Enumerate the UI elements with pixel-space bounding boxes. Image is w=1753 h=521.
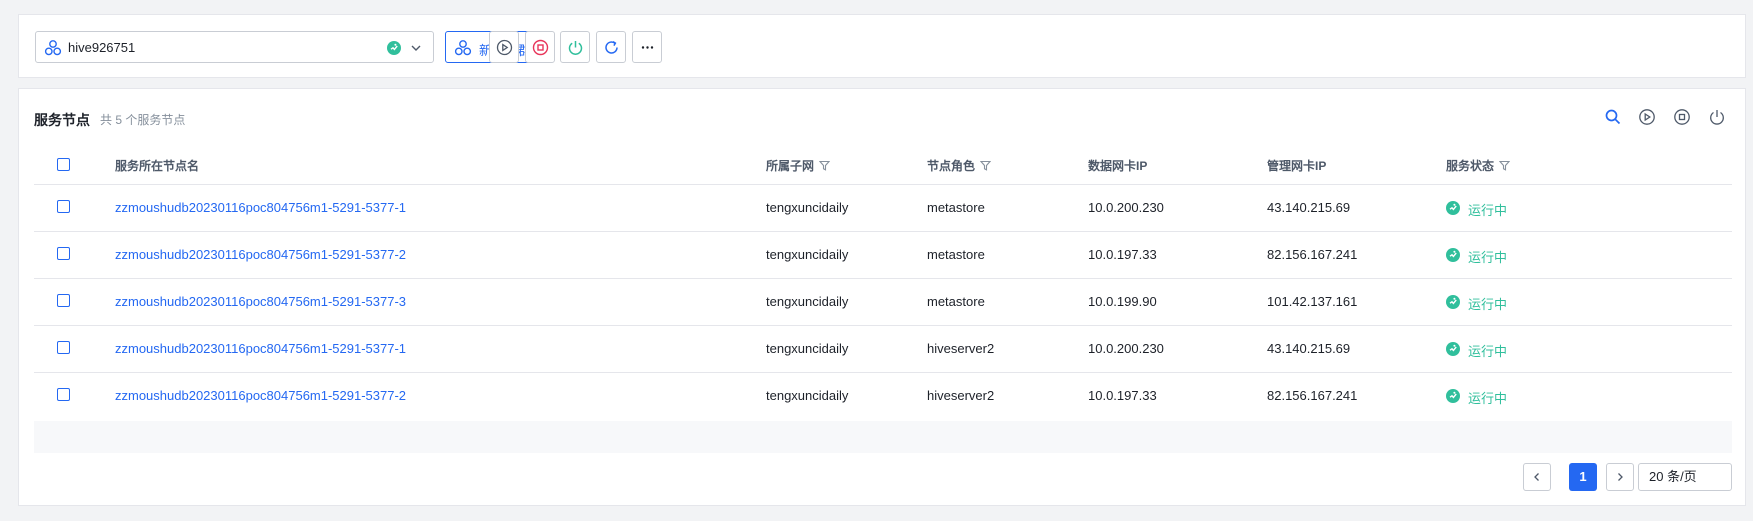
row-checkbox[interactable] [57, 294, 70, 307]
status-text: 运行中 [1468, 203, 1508, 218]
data-ip-cell: 10.0.197.33 [1088, 388, 1157, 403]
more-icon [641, 46, 654, 49]
header-mgmt-ip: 管理网卡IP [1267, 159, 1327, 173]
chevron-down-icon[interactable] [410, 42, 422, 54]
row-checkbox[interactable] [57, 388, 70, 401]
table-footer-band [34, 421, 1732, 453]
data-ip-cell: 10.0.199.90 [1088, 294, 1157, 309]
mgmt-ip-cell: 101.42.137.161 [1267, 294, 1358, 309]
role-cell: hiveserver2 [927, 388, 995, 403]
header-status: 服务状态 [1446, 157, 1511, 174]
table-row: zzmoushudb20230116poc804756m1-5291-5377-… [34, 326, 1732, 373]
status-text: 运行中 [1468, 297, 1508, 312]
filter-icon[interactable] [980, 160, 992, 171]
power-button[interactable] [560, 31, 590, 63]
role-cell: metastore [927, 294, 985, 309]
data-ip-cell: 10.0.200.230 [1088, 341, 1164, 356]
chevron-right-icon [1618, 473, 1623, 481]
node-name-link[interactable]: zzmoushudb20230116poc804756m1-5291-5377-… [115, 341, 406, 356]
panel-title: 服务节点 [34, 112, 90, 128]
header-role: 节点角色 [927, 157, 992, 174]
row-checkbox[interactable] [57, 341, 70, 354]
stop-icon[interactable] [1673, 108, 1691, 126]
subnet-cell: tengxuncidaily [766, 200, 849, 215]
subnet-cell: tengxuncidaily [766, 294, 849, 309]
stop-icon [532, 39, 549, 56]
row-checkbox[interactable] [57, 247, 70, 260]
table-row: zzmoushudb20230116poc804756m1-5291-5377-… [34, 373, 1732, 420]
start-button[interactable] [489, 31, 519, 63]
start-icon[interactable] [1638, 108, 1656, 126]
more-button[interactable] [632, 31, 662, 63]
current-page-button[interactable]: 1 [1569, 463, 1597, 491]
power-icon[interactable] [1708, 108, 1726, 126]
subnet-cell: tengxuncidaily [766, 247, 849, 262]
subnet-cell: tengxuncidaily [766, 341, 849, 356]
subnet-cell: tengxuncidaily [766, 388, 849, 403]
node-name-link[interactable]: zzmoushudb20230116poc804756m1-5291-5377-… [115, 247, 406, 262]
mgmt-ip-cell: 82.156.167.241 [1267, 247, 1358, 262]
search-icon[interactable] [1604, 108, 1622, 126]
table-header: 服务所在节点名 所属子网 节点角色 数据网卡IP 管理网卡IP 服务状态 [34, 143, 1732, 185]
table-row: zzmoushudb20230116poc804756m1-5291-5377-… [34, 232, 1732, 279]
role-cell: hiveserver2 [927, 341, 995, 356]
data-ip-cell: 10.0.197.33 [1088, 247, 1157, 262]
data-ip-cell: 10.0.200.230 [1088, 200, 1164, 215]
filter-icon[interactable] [819, 160, 831, 171]
running-status-icon [1446, 295, 1460, 309]
cluster-toolbar: hive926751 新建集群 [18, 14, 1746, 78]
refresh-button[interactable] [596, 31, 626, 63]
cluster-name: hive926751 [68, 40, 136, 55]
row-checkbox[interactable] [57, 200, 70, 213]
running-status-icon [1446, 389, 1460, 403]
mgmt-ip-cell: 82.156.167.241 [1267, 388, 1358, 403]
node-count: 共 5 个服务节点 [100, 113, 186, 127]
running-status-icon [1446, 201, 1460, 215]
running-status-icon [1446, 248, 1460, 262]
service-nodes-panel: 服务节点 共 5 个服务节点 服务所在节点名 所属子网 节点角色 数据网卡IP … [18, 88, 1746, 506]
status-text: 运行中 [1468, 250, 1508, 265]
node-name-link[interactable]: zzmoushudb20230116poc804756m1-5291-5377-… [115, 200, 406, 215]
node-name-link[interactable]: zzmoushudb20230116poc804756m1-5291-5377-… [115, 388, 406, 403]
stop-button[interactable] [525, 31, 555, 63]
refresh-icon [605, 40, 618, 54]
chevron-left-icon [1534, 473, 1539, 481]
header-node-name: 服务所在节点名 [115, 159, 200, 173]
filter-icon[interactable] [1499, 160, 1511, 171]
cluster-select[interactable]: hive926751 [35, 31, 434, 63]
status-text: 运行中 [1468, 344, 1508, 359]
header-role-label: 节点角色 [927, 159, 976, 173]
cluster-icon [454, 40, 472, 56]
table-row: zzmoushudb20230116poc804756m1-5291-5377-… [34, 185, 1732, 232]
next-page-button[interactable] [1606, 463, 1634, 491]
cluster-icon [44, 40, 62, 56]
power-icon [568, 41, 583, 55]
running-status-icon [387, 41, 401, 55]
header-subnet-label: 所属子网 [766, 159, 815, 173]
mgmt-ip-cell: 43.140.215.69 [1267, 341, 1351, 356]
status-text: 运行中 [1468, 391, 1508, 406]
role-cell: metastore [927, 200, 985, 215]
table-row: zzmoushudb20230116poc804756m1-5291-5377-… [34, 279, 1732, 326]
header-subnet: 所属子网 [766, 157, 831, 174]
page-size-select[interactable]: 20 条/页 [1638, 463, 1732, 491]
mgmt-ip-cell: 43.140.215.69 [1267, 200, 1351, 215]
start-icon [496, 39, 513, 56]
role-cell: metastore [927, 247, 985, 262]
running-status-icon [1446, 342, 1460, 356]
prev-page-button[interactable] [1523, 463, 1551, 491]
header-status-label: 服务状态 [1446, 159, 1495, 173]
header-data-ip: 数据网卡IP [1088, 159, 1148, 173]
node-name-link[interactable]: zzmoushudb20230116poc804756m1-5291-5377-… [115, 294, 406, 309]
select-all-checkbox[interactable] [57, 158, 70, 171]
